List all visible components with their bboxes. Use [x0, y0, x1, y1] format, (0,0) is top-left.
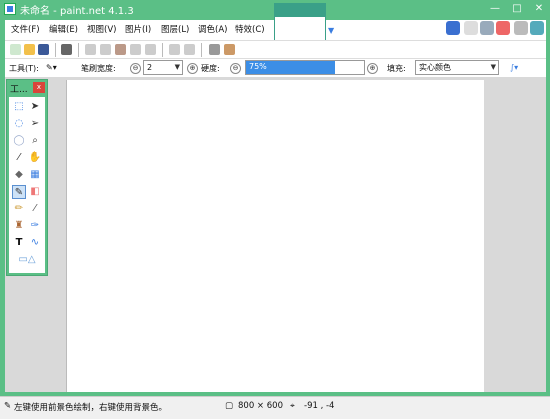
clone-stamp-icon[interactable]: ♜	[12, 219, 26, 233]
app-icon	[4, 3, 16, 15]
tools-window-title: 工...	[10, 85, 28, 95]
brush-width-decrease-button[interactable]: ⊖	[130, 63, 141, 74]
hardness-value: 75%	[249, 62, 267, 71]
gradient-icon[interactable]: ▦	[28, 168, 42, 182]
zoom-icon[interactable]: ⌕	[28, 134, 42, 148]
cursor-position-icon: ⌖	[290, 401, 295, 411]
cursor-position: -91 , -4	[304, 401, 335, 411]
save-file-icon[interactable]	[38, 44, 49, 55]
shapes-icon[interactable]: ▭△	[12, 253, 42, 267]
print-icon[interactable]	[61, 44, 72, 55]
menu-effects[interactable]: 特效(C)	[235, 23, 265, 35]
toolbar-separator	[162, 43, 163, 57]
menu-edit[interactable]: 编辑(E)	[49, 23, 78, 35]
tool-label: 工具(T):	[9, 64, 39, 73]
brush-width-select[interactable]: 2 ▼	[143, 60, 183, 75]
current-tool-paintbrush-icon[interactable]: ✎▾	[46, 63, 57, 72]
menu-view[interactable]: 视图(V)	[87, 23, 116, 35]
pencil-icon[interactable]: ✏	[12, 202, 26, 216]
layers-window-icon[interactable]	[480, 21, 494, 35]
status-bar: ✎ 左键使用前景色绘制，右键使用背景色。 ▢ 800 × 600 ⌖ -91 ,…	[0, 396, 550, 419]
undo-icon[interactable]	[169, 44, 180, 55]
toolbar-separator	[201, 43, 202, 57]
grid-icon[interactable]	[209, 44, 220, 55]
magic-wand-icon[interactable]: ⁄	[12, 151, 26, 165]
ellipse-select-icon[interactable]: ◯	[12, 134, 26, 148]
hardness-increase-button[interactable]: ⊕	[367, 63, 378, 74]
tools-grid: ⬚ ➤ ◌ ➢ ◯ ⌕ ⁄ ✋ ◆ ▦ ✎ ◧ ✏ ⁄ ♜ ✑ T ∿ ▭△	[9, 97, 45, 273]
menu-image[interactable]: 图片(I)	[125, 23, 151, 35]
image-size-icon: ▢	[225, 401, 234, 411]
chevron-down-icon: ▼	[490, 63, 496, 71]
move-selection-icon[interactable]: ➢	[28, 117, 42, 131]
open-file-icon[interactable]	[24, 44, 35, 55]
brush-width-label: 笔刷宽度:	[81, 64, 116, 73]
menu-adjustments[interactable]: 调色(A)	[198, 23, 227, 35]
move-selected-icon[interactable]: ➤	[28, 100, 42, 114]
redo-icon[interactable]	[184, 44, 195, 55]
brush-width-increase-button[interactable]: ⊕	[187, 63, 198, 74]
maximize-button[interactable]: □	[506, 0, 528, 18]
settings-gear-icon[interactable]	[514, 21, 528, 35]
tool-options-bar: 工具(T): ✎▾ 笔刷宽度: ⊖ 2 ▼ ⊕ 硬度: ⊖ 75% ⊕ 填充: …	[5, 58, 546, 79]
lasso-select-icon[interactable]: ◌	[12, 117, 26, 131]
crop-icon[interactable]	[130, 44, 141, 55]
tools-window-icon[interactable]	[446, 21, 460, 35]
toolbar-separator	[78, 43, 79, 57]
fill-label: 填充:	[387, 64, 406, 73]
deselect-icon[interactable]	[145, 44, 156, 55]
window-title: 未命名 - paint.net 4.1.3	[20, 6, 134, 17]
image-size: 800 × 600	[238, 401, 283, 411]
close-button[interactable]: ✕	[528, 0, 550, 18]
fill-mode-select[interactable]: 实心颜色 ▼	[415, 60, 499, 75]
menu-file[interactable]: 文件(F)	[11, 23, 40, 35]
line-curve-icon[interactable]: ∿	[28, 236, 42, 250]
toolbar-separator	[55, 43, 56, 57]
help-icon[interactable]	[530, 21, 544, 35]
image-canvas[interactable]	[66, 80, 484, 392]
paintbrush-icon[interactable]: ✎	[12, 185, 26, 199]
copy-icon[interactable]	[100, 44, 111, 55]
hardness-decrease-button[interactable]: ⊖	[230, 63, 241, 74]
tab-dropdown-icon[interactable]: ▼	[328, 26, 334, 35]
rectangle-select-icon[interactable]: ⬚	[12, 100, 26, 114]
paint-bucket-icon[interactable]: ◆	[12, 168, 26, 182]
chevron-down-icon: ▼	[174, 63, 180, 71]
tools-window: 工... x ⬚ ➤ ◌ ➢ ◯ ⌕ ⁄ ✋ ◆ ▦ ✎ ◧ ✏ ⁄ ♜ ✑ T…	[6, 79, 48, 276]
menu-layers[interactable]: 图层(L)	[161, 23, 189, 35]
fill-mode-value: 实心颜色	[419, 63, 451, 72]
paste-icon[interactable]	[115, 44, 126, 55]
status-brush-icon: ✎	[4, 401, 12, 411]
text-icon[interactable]: T	[12, 236, 26, 250]
hardness-slider[interactable]: 75%	[245, 60, 365, 75]
image-tab-header	[274, 3, 326, 17]
recolor-icon[interactable]: ✑	[28, 219, 42, 233]
cut-icon[interactable]	[85, 44, 96, 55]
tools-window-close-button[interactable]: x	[33, 82, 45, 93]
hardness-label: 硬度:	[201, 64, 220, 73]
new-file-icon[interactable]	[10, 44, 21, 55]
ruler-icon[interactable]	[224, 44, 235, 55]
brush-width-value: 2	[147, 63, 153, 72]
main-toolbar	[5, 40, 546, 59]
pan-hand-icon[interactable]: ✋	[28, 151, 42, 165]
minimize-button[interactable]: —	[484, 0, 506, 18]
history-window-icon[interactable]	[464, 21, 478, 35]
antialiasing-icon[interactable]: ∫▾	[510, 63, 518, 72]
color-picker-icon[interactable]: ⁄	[28, 202, 42, 216]
colors-window-icon[interactable]	[496, 21, 510, 35]
status-hint: 左键使用前景色绘制，右键使用背景色。	[14, 403, 168, 413]
eraser-icon[interactable]: ◧	[28, 185, 42, 199]
